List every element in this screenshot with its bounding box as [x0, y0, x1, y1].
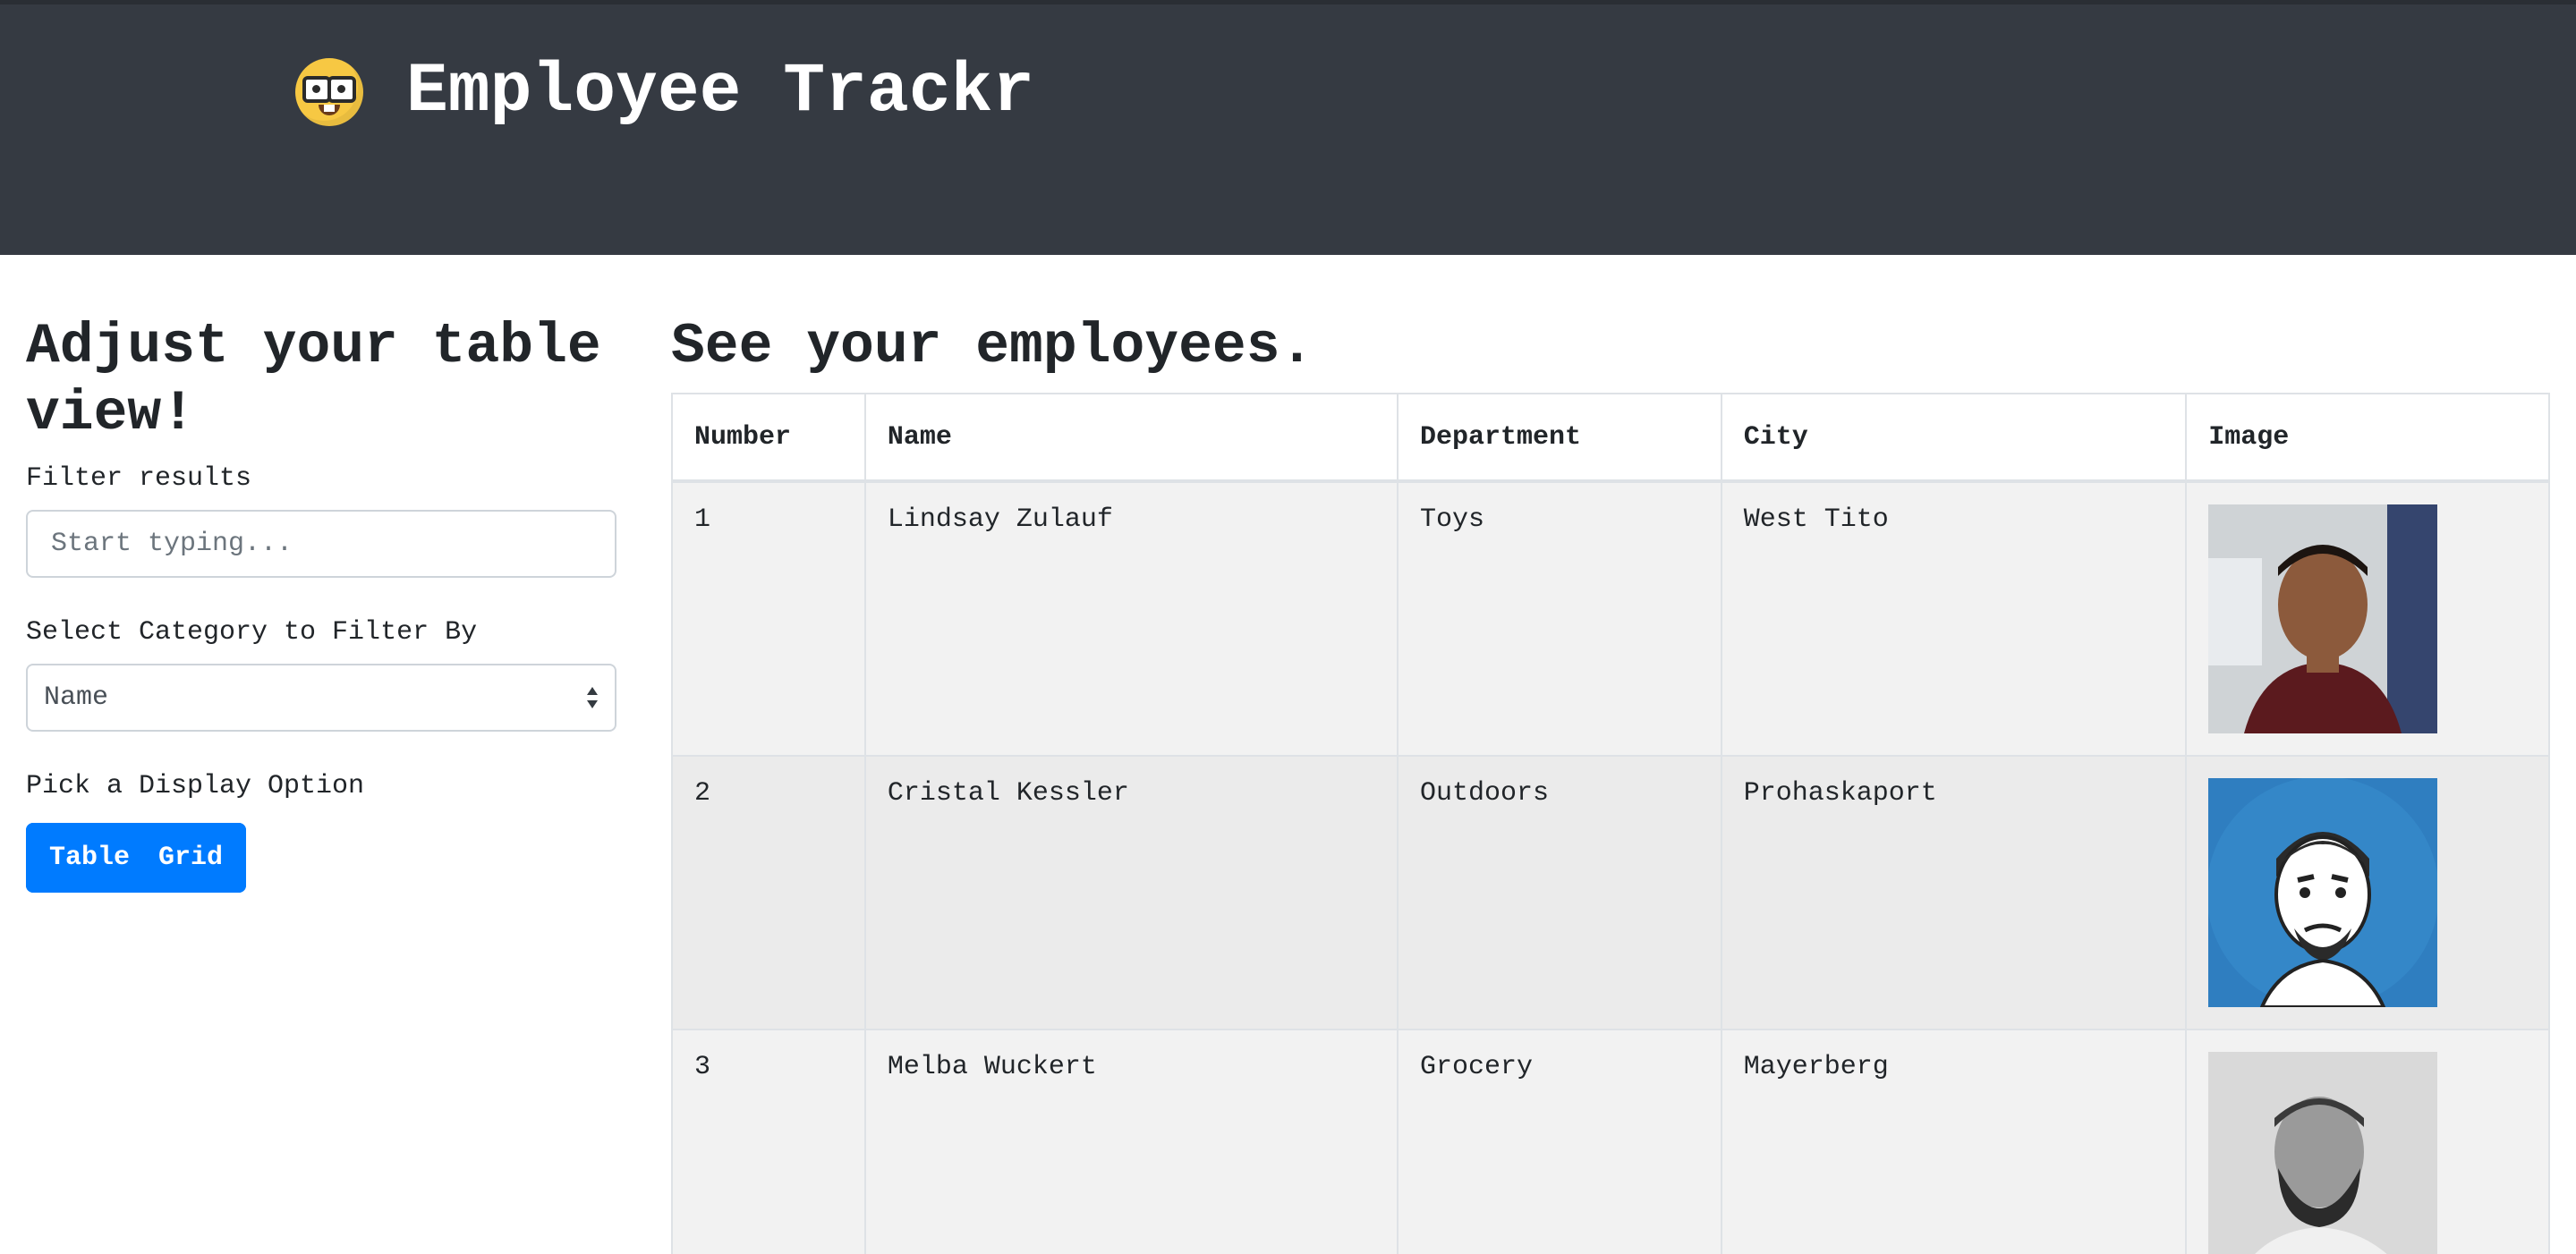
cell-name: Melba Wuckert: [863, 1029, 1399, 1254]
category-select[interactable]: Name: [26, 664, 616, 732]
main-heading: See your employees.: [671, 315, 1314, 378]
filter-label: Filter results: [26, 463, 252, 494]
filter-input[interactable]: [26, 510, 616, 578]
employee-photo: [2208, 504, 2438, 733]
nerd-face-icon: [295, 58, 363, 126]
cell-department: Grocery: [1397, 1029, 1722, 1254]
table-header-row: Number Name Department City Image: [671, 393, 2550, 483]
cell-department: Outdoors: [1397, 755, 1722, 1030]
cell-name: Lindsay Zulauf: [863, 480, 1399, 757]
cell-city: Mayerberg: [1720, 1029, 2188, 1254]
cell-department: Toys: [1397, 480, 1722, 757]
main-content: See your employees. Number Name Departme…: [671, 313, 2550, 1254]
cell-city: Prohaskaport: [1720, 755, 2188, 1030]
navbar: Employee Trackr: [0, 0, 2576, 255]
table-row: 2 Cristal Kessler Outdoors Prohaskaport: [671, 755, 2550, 1030]
select-arrows-icon: [586, 685, 599, 710]
page: Employee Trackr Adjust your table view! …: [0, 0, 2576, 1254]
category-selected-value: Name: [44, 682, 109, 713]
cell-number: 1: [671, 480, 866, 757]
cell-city: West Tito: [1720, 480, 2188, 757]
column-header-city[interactable]: City: [1720, 393, 2188, 483]
column-header-name[interactable]: Name: [863, 393, 1399, 483]
cell-name: Cristal Kessler: [863, 755, 1399, 1030]
display-label: Pick a Display Option: [26, 771, 365, 801]
app-title: Employee Trackr: [406, 53, 1035, 131]
sidebar-heading: Adjust your table view!: [26, 315, 601, 445]
employee-table: Number Name Department City Image 1 Lind…: [671, 393, 2550, 1254]
column-header-image: Image: [2185, 393, 2550, 483]
table-button[interactable]: Table: [26, 823, 154, 893]
table-row: 3 Melba Wuckert Grocery Mayerberg: [671, 1029, 2550, 1254]
grid-button[interactable]: Grid: [153, 823, 247, 893]
cell-number: 3: [671, 1029, 866, 1254]
sidebar: Adjust your table view! Filter results S…: [26, 313, 616, 893]
employee-photo: [2208, 778, 2438, 1007]
column-header-number[interactable]: Number: [671, 393, 866, 483]
display-option-group: Table Grid: [26, 823, 247, 893]
employee-photo: [2208, 1052, 2438, 1254]
cell-image: [2185, 480, 2550, 757]
brand[interactable]: Employee Trackr: [295, 47, 1034, 137]
category-label: Select Category to Filter By: [26, 617, 478, 648]
cell-image: [2185, 1029, 2550, 1254]
table-row: 1 Lindsay Zulauf Toys West Tito: [671, 480, 2550, 757]
column-header-department[interactable]: Department: [1397, 393, 1722, 483]
cell-number: 2: [671, 755, 866, 1030]
cell-image: [2185, 755, 2550, 1030]
